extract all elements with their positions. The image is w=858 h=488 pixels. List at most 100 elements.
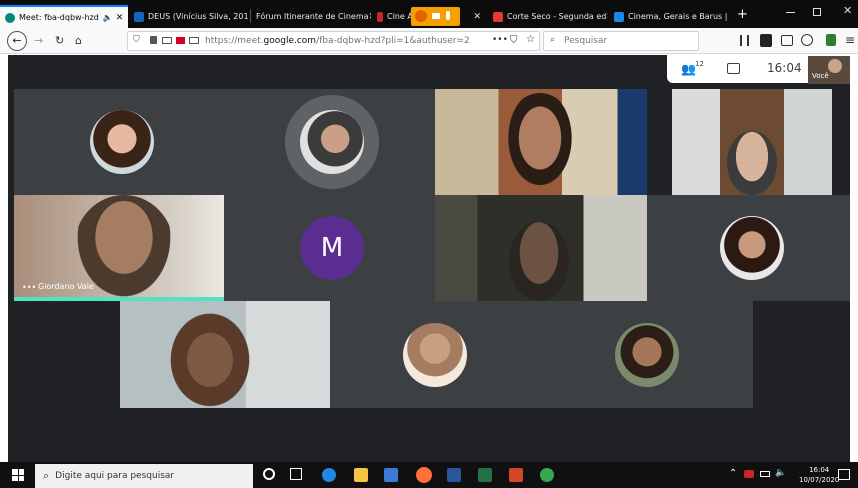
speaker-icon[interactable]: 🔈: [103, 13, 113, 22]
menu-icon[interactable]: ≡: [845, 33, 855, 47]
lock-icon: [150, 36, 157, 44]
taskbar-clock[interactable]: 16:04 10/07/2020: [799, 465, 839, 485]
close-window-icon[interactable]: ✕: [843, 4, 852, 17]
close-tab-icon[interactable]: ✕: [369, 12, 371, 22]
edge-icon[interactable]: [322, 468, 336, 482]
mic-activity-icon: •••: [22, 283, 37, 292]
volume-icon[interactable]: 🔈: [775, 468, 786, 478]
instagram-favicon-icon: [493, 11, 503, 22]
participant-avatar: [403, 323, 467, 387]
forward-icon[interactable]: →: [34, 34, 43, 47]
vimeo-favicon-icon: [134, 11, 144, 22]
chat-icon[interactable]: [727, 63, 740, 74]
self-label: Você: [812, 72, 829, 80]
tab-corte-seco[interactable]: Corte Seco - Segunda ed ✕: [488, 5, 608, 28]
search-box[interactable]: ⌕ Pesquisar: [543, 31, 699, 51]
back-icon[interactable]: ←: [7, 31, 27, 51]
participant-avatar: [300, 110, 364, 174]
participant-video[interactable]: ••• Giordano Vale: [14, 195, 224, 301]
search-icon: ⌕: [43, 469, 50, 482]
camera-icon: [432, 13, 440, 19]
participant-count: 12: [695, 60, 704, 68]
account-icon[interactable]: [801, 34, 813, 46]
tray-app-icon[interactable]: [744, 470, 754, 478]
participant-face: [727, 131, 777, 195]
participant-tile[interactable]: [14, 89, 224, 195]
tab-meet[interactable]: Meet: fba-dqbw-hzd 🔈 ✕: [0, 5, 128, 28]
search-icon: ⌕: [550, 35, 556, 45]
library-icon[interactable]: [740, 35, 749, 46]
participant-initial-avatar: M: [300, 216, 364, 280]
tab-deus[interactable]: DEUS (Vinícius Silva, 201 ✕: [129, 5, 249, 28]
participant-tile[interactable]: M: [224, 195, 435, 301]
meeting-clock: 16:04: [767, 61, 802, 75]
participant-face: [509, 221, 569, 301]
participant-face: [160, 301, 260, 408]
page-actions-icon[interactable]: •••: [492, 35, 508, 45]
clock-date: 10/07/2020: [799, 476, 840, 484]
self-avatar: [828, 59, 842, 73]
participant-tile[interactable]: [541, 301, 753, 408]
meet-grid: 👥 12 16:04 Você ••• Giordano Vale M: [8, 55, 850, 462]
camera-permission-icon: [176, 37, 185, 44]
minimize-icon[interactable]: [786, 12, 795, 13]
powerpoint-icon[interactable]: [509, 468, 523, 482]
close-tab-icon[interactable]: ✕: [473, 12, 481, 22]
microphone-icon: [446, 11, 450, 20]
participant-tile[interactable]: [330, 301, 541, 408]
self-preview[interactable]: Você: [808, 56, 850, 84]
taskbar-search-box[interactable]: ⌕ Digite aqui para pesquisar: [35, 464, 253, 488]
bookmark-star-icon[interactable]: ☆: [526, 34, 535, 45]
home-icon[interactable]: ⌂: [75, 34, 82, 47]
file-explorer-icon[interactable]: [354, 468, 368, 482]
screen-share-icon: [189, 37, 199, 44]
windows-start-icon[interactable]: [12, 469, 24, 481]
shield-icon: ⛉: [133, 35, 140, 45]
maximize-icon[interactable]: [813, 8, 821, 16]
participant-video[interactable]: [120, 301, 330, 408]
pocket-icon[interactable]: ⛉: [510, 35, 518, 46]
tab-strip: Meet: fba-dqbw-hzd 🔈 ✕ DEUS (Vinícius Si…: [0, 0, 858, 28]
participant-avatar: [720, 216, 784, 280]
participant-avatar: [90, 110, 154, 174]
close-tab-icon[interactable]: ✕: [116, 13, 124, 23]
participant-face: [503, 93, 577, 193]
tray-chevron-icon[interactable]: ⌃: [729, 468, 737, 479]
word-icon[interactable]: [447, 468, 461, 482]
addon-icon[interactable]: [826, 34, 836, 46]
firefox-icon: [415, 10, 427, 22]
people-icon[interactable]: 👥: [681, 62, 696, 76]
tab-cinema-gerais[interactable]: Cinema, Gerais e Barus | ✕: [609, 5, 729, 28]
participant-video[interactable]: [672, 89, 832, 195]
search-placeholder: Pesquisar: [564, 36, 608, 46]
url-text: https://meet.google.com/fba-dqbw-hzd?pli…: [205, 36, 470, 46]
new-tab-button[interactable]: +: [737, 7, 748, 22]
participant-avatar: [615, 323, 679, 387]
participant-video[interactable]: [435, 89, 647, 195]
youtube-favicon-icon: [377, 11, 383, 22]
battery-icon[interactable]: [760, 471, 770, 477]
navigation-bar: ← → ↻ ⌂ ⛉ https://meet.google.com/fba-dq…: [0, 28, 858, 54]
firefox-taskbar-icon[interactable]: [416, 467, 432, 483]
meet-favicon-icon: [5, 12, 15, 23]
mail-icon[interactable]: [384, 468, 398, 482]
participant-name: Giordano Vale: [38, 282, 94, 291]
task-view-icon[interactable]: [290, 468, 302, 480]
reload-icon[interactable]: ↻: [55, 34, 64, 47]
notifications-icon[interactable]: [838, 469, 850, 480]
sidebar-icon[interactable]: [781, 35, 793, 46]
extension-icon[interactable]: [760, 34, 772, 47]
close-tab-icon[interactable]: ✕: [727, 12, 729, 22]
participant-tile[interactable]: [224, 89, 435, 195]
permissions-icon: [162, 37, 172, 44]
chrome-icon[interactable]: [540, 468, 554, 482]
participant-video[interactable]: [435, 195, 647, 301]
close-tab-icon[interactable]: ✕: [606, 12, 608, 22]
participant-tile[interactable]: [647, 195, 850, 301]
excel-icon[interactable]: [478, 468, 492, 482]
video-favicon-icon: [614, 11, 624, 22]
address-bar[interactable]: ⛉ https://meet.google.com/fba-dqbw-hzd?p…: [127, 31, 540, 51]
sharing-indicator[interactable]: [411, 7, 460, 26]
tab-forum[interactable]: Fórum Itinerante de Cinema ✕: [251, 5, 371, 28]
cortana-icon[interactable]: [263, 468, 275, 480]
